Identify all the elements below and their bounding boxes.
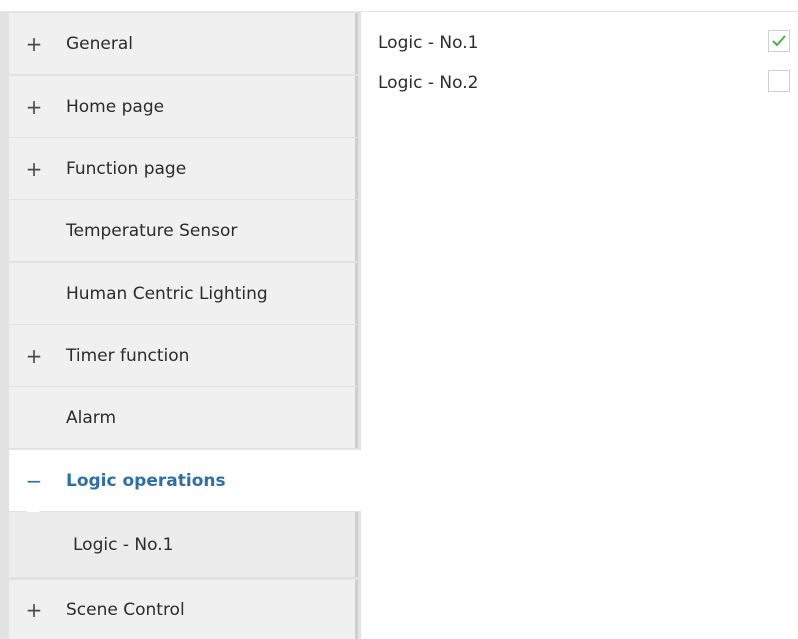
check-icon xyxy=(772,35,786,47)
top-border xyxy=(0,0,798,12)
collapse-minus-icon[interactable]: − xyxy=(24,471,44,491)
option-row-logic-no1: Logic - No.1 xyxy=(378,30,790,56)
sidebar-nav: + General + Home page + Function page Te… xyxy=(0,12,361,639)
sidebar-item-label: Scene Control xyxy=(66,599,185,620)
sidebar-item-scene-control[interactable]: + Scene Control xyxy=(9,580,358,639)
sidebar-item-label: General xyxy=(66,33,133,54)
sidebar-item-logic-operations[interactable]: − Logic operations xyxy=(9,450,361,517)
sidebar-item-label: Temperature Sensor xyxy=(66,220,238,241)
option-row-logic-no2: Logic - No.2 xyxy=(378,70,790,96)
sidebar-item-label: Logic operations xyxy=(66,470,226,491)
sidebar-item-label: Logic - No.1 xyxy=(73,534,174,555)
parameter-panel: Logic - No.1 Logic - No.2 xyxy=(361,12,798,639)
sidebar-item-label: Human Centric Lighting xyxy=(66,283,268,304)
sidebar-item-human-centric-lighting[interactable]: Human Centric Lighting xyxy=(9,263,358,324)
sidebar-item-general[interactable]: + General xyxy=(9,13,358,74)
option-label: Logic - No.1 xyxy=(378,33,479,53)
sidebar-item-label: Home page xyxy=(66,96,165,117)
sidebar-item-label: Function page xyxy=(66,158,187,179)
logic-no1-checkbox[interactable] xyxy=(768,30,790,52)
sidebar-subitem-logic-no1[interactable]: Logic - No.1 xyxy=(9,512,358,577)
sidebar-item-label: Timer function xyxy=(66,345,190,366)
expand-plus-icon[interactable]: + xyxy=(24,97,44,117)
sidebar-item-home-page[interactable]: + Home page xyxy=(9,76,358,137)
option-label: Logic - No.2 xyxy=(378,73,479,93)
expand-plus-icon[interactable]: + xyxy=(24,159,44,179)
expand-plus-icon[interactable]: + xyxy=(24,600,44,620)
expand-plus-icon[interactable]: + xyxy=(24,346,44,366)
sidebar-item-function-page[interactable]: + Function page xyxy=(9,138,358,199)
sidebar-item-label: Alarm xyxy=(66,407,117,428)
expand-plus-icon[interactable]: + xyxy=(24,34,44,54)
logic-no2-checkbox[interactable] xyxy=(768,70,790,92)
sidebar-item-timer-function[interactable]: + Timer function xyxy=(9,325,358,386)
sidebar-item-alarm[interactable]: Alarm xyxy=(9,387,358,448)
sidebar-item-temperature-sensor[interactable]: Temperature Sensor xyxy=(9,200,358,261)
